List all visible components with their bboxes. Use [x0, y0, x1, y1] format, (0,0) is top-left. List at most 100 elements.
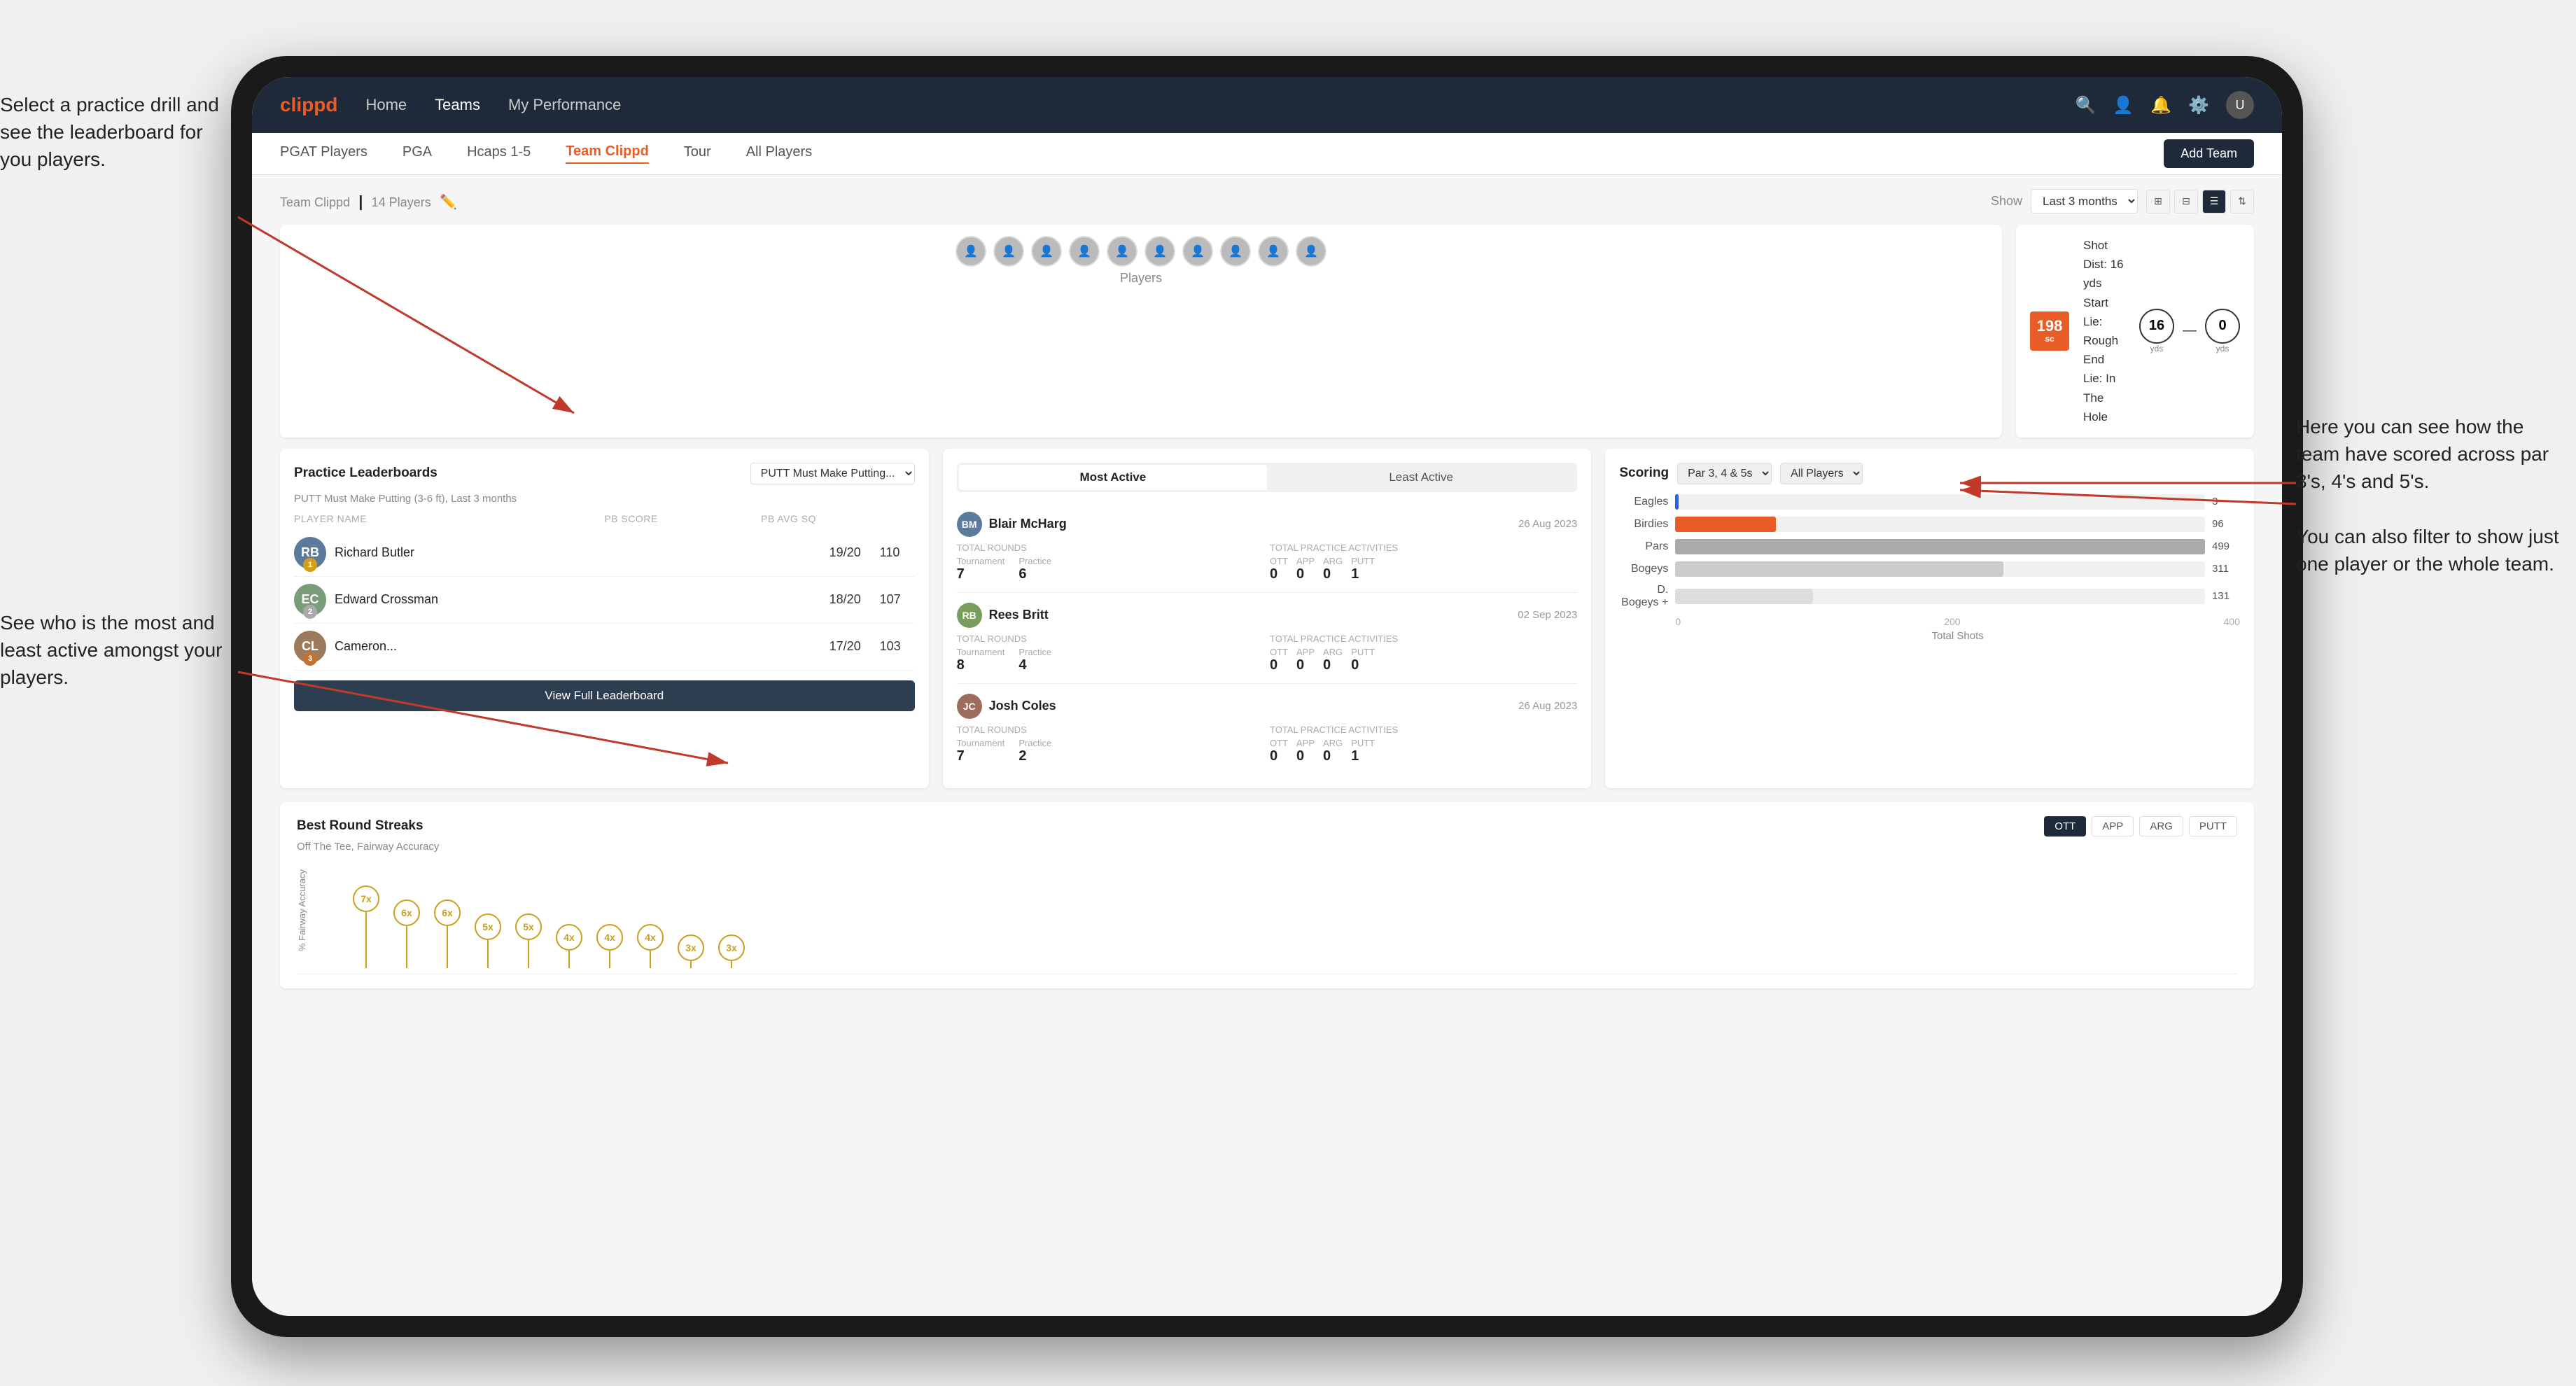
subnav-pgat[interactable]: PGAT Players — [280, 144, 368, 163]
lb-avg-3: 103 — [880, 639, 915, 654]
activity-tabs: Most Active Least Active — [957, 463, 1578, 492]
team-avatar: 👤 — [1069, 236, 1100, 267]
settings-icon[interactable]: ⚙️ — [2188, 95, 2209, 115]
ott-val-1: 0 — [1270, 566, 1288, 582]
player-avatar-1: BM — [957, 512, 982, 537]
pars-fill — [1675, 539, 2205, 554]
activity-tab-least[interactable]: Least Active — [1267, 465, 1575, 490]
birdies-value: 96 — [2212, 518, 2240, 530]
par-filter-select[interactable]: Par 3, 4 & 5s Par 3s Par 4s Par 5s — [1677, 463, 1772, 484]
lb-badge-silver: 2 — [303, 605, 317, 619]
lb-rank-avatar-1: RB 1 — [294, 537, 326, 569]
player-activity-row-1: BM Blair McHarg 26 Aug 2023 Total Rounds… — [957, 502, 1578, 593]
user-icon[interactable]: 👤 — [2113, 95, 2134, 115]
total-practice-section-2: Total Practice Activities OTT0 APP0 ARG0… — [1270, 634, 1577, 673]
dbogeys-label: D. Bogeys + — [1619, 584, 1668, 609]
subnav-all-players[interactable]: All Players — [746, 144, 812, 163]
search-icon[interactable]: 🔍 — [2075, 95, 2096, 115]
streak-bubble-7: 4x — [596, 924, 623, 951]
practice-val-1: 6 — [1018, 566, 1051, 582]
streak-bubble-9: 3x — [678, 934, 704, 961]
lb-row-1: RB 1 Richard Butler 19/20 110 — [294, 530, 915, 577]
grid-small-icon[interactable]: ⊟ — [2174, 190, 2198, 214]
ott-label: OTT — [1270, 556, 1288, 566]
add-team-button[interactable]: Add Team — [2164, 139, 2254, 168]
shot-circle-1: 16 — [2139, 309, 2174, 344]
putt-val-1: 1 — [1351, 566, 1375, 582]
tournament-val-2: 8 — [957, 657, 1005, 673]
tablet-shell: clippd Home Teams My Performance 🔍 👤 🔔 ⚙… — [231, 56, 2303, 1337]
streak-bubble-2: 6x — [393, 899, 420, 926]
user-avatar[interactable]: U — [2226, 91, 2254, 119]
streaks-chart: % Fairway Accuracy 7x 6x — [297, 862, 2237, 974]
sort-icon[interactable]: ⇅ — [2230, 190, 2254, 214]
subnav-team-clippd[interactable]: Team Clippd — [566, 144, 649, 164]
lb-row-2: EC 2 Edward Crossman 18/20 107 — [294, 577, 915, 624]
putt-val-3: 1 — [1351, 748, 1375, 764]
player-info-1: BM Blair McHarg — [957, 512, 1067, 537]
ott-val-2: 0 — [1270, 657, 1288, 673]
tablet-screen: clippd Home Teams My Performance 🔍 👤 🔔 ⚙… — [252, 77, 2282, 1316]
activity-tab-most[interactable]: Most Active — [959, 465, 1267, 490]
shot-circles: 16 yds — 0 yds — [2139, 309, 2240, 354]
player-activity-row-2: RB Rees Britt 02 Sep 2023 Total Rounds T… — [957, 593, 1578, 684]
player-row-header-3: JC Josh Coles 26 Aug 2023 — [957, 694, 1578, 719]
tournament-label: Tournament — [957, 556, 1005, 566]
ott-filter-button[interactable]: OTT — [2044, 816, 2086, 836]
nav-my-performance[interactable]: My Performance — [508, 96, 621, 114]
team-avatar: 👤 — [1220, 236, 1251, 267]
annotation-right: Here you can see how the team have score… — [2296, 413, 2562, 578]
subnav-tour[interactable]: Tour — [684, 144, 711, 163]
team-avatar: 👤 — [955, 236, 986, 267]
practice-val-2: 4 — [1018, 657, 1051, 673]
show-select[interactable]: Last 3 months Last month Last 6 months L… — [2031, 189, 2138, 214]
arg-label: ARG — [1323, 556, 1343, 566]
lb-header: Practice Leaderboards PUTT Must Make Put… — [294, 463, 915, 484]
player-name-3: Josh Coles — [989, 699, 1056, 713]
arg-val-3: 0 — [1323, 748, 1343, 764]
nav-teams[interactable]: Teams — [435, 96, 480, 114]
subnav-pga[interactable]: PGA — [402, 144, 432, 163]
bogeys-track — [1675, 561, 2205, 577]
lb-drill-select[interactable]: PUTT Must Make Putting... — [750, 463, 915, 484]
scoring-header: Scoring Par 3, 4 & 5s Par 3s Par 4s Par … — [1619, 463, 2240, 484]
activity-card: Most Active Least Active BM Blair McHarg… — [943, 449, 1592, 788]
tournament-val-1: 7 — [957, 566, 1005, 582]
tournament-val-3: 7 — [957, 748, 1005, 764]
bell-icon[interactable]: 🔔 — [2150, 95, 2171, 115]
nav-home[interactable]: Home — [365, 96, 407, 114]
pars-label: Pars — [1619, 540, 1668, 553]
annotation-bottom-left: See who is the most and least active amo… — [0, 609, 224, 692]
app-val-1: 0 — [1296, 566, 1315, 582]
scoring-bar-pars: Pars 499 — [1619, 539, 2240, 554]
streaks-filter-row: OTT APP ARG PUTT — [2044, 816, 2237, 836]
total-rounds-label-2: Total Rounds — [957, 634, 1264, 644]
main-content: Team Clippd | 14 Players ✏️ Show Last 3 … — [252, 175, 2282, 1316]
streak-bubble-8: 4x — [637, 924, 664, 951]
total-practice-section-3: Total Practice Activities OTT0 APP0 ARG0… — [1270, 724, 1577, 764]
grid-large-icon[interactable]: ⊞ — [2146, 190, 2170, 214]
lb-row-3: CL 3 Cameron... 17/20 103 — [294, 624, 915, 671]
list-icon[interactable]: ☰ — [2202, 190, 2226, 214]
sub-nav: PGAT Players PGA Hcaps 1-5 Team Clippd T… — [252, 133, 2282, 175]
app-filter-button[interactable]: APP — [2092, 816, 2134, 836]
team-avatar: 👤 — [1182, 236, 1213, 267]
subnav-hcaps[interactable]: Hcaps 1-5 — [467, 144, 531, 163]
lb-avg-1: 110 — [880, 545, 915, 560]
streak-bubble-5: 5x — [515, 913, 542, 940]
player-date-1: 26 Aug 2023 — [1518, 518, 1577, 530]
dbogeys-value: 131 — [2212, 590, 2240, 602]
eagles-label: Eagles — [1619, 496, 1668, 508]
bogeys-label: Bogeys — [1619, 563, 1668, 575]
putt-filter-button[interactable]: PUTT — [2189, 816, 2237, 836]
streaks-section: Best Round Streaks OTT APP ARG PUTT Off … — [280, 802, 2254, 988]
arg-val-2: 0 — [1323, 657, 1343, 673]
streak-bubble-6: 4x — [556, 924, 582, 951]
lb-score-2: 18/20 — [830, 592, 872, 607]
total-practice-label-3: Total Practice Activities — [1270, 724, 1577, 735]
view-leaderboard-button[interactable]: View Full Leaderboard — [294, 680, 915, 711]
scoring-card: Scoring Par 3, 4 & 5s Par 3s Par 4s Par … — [1605, 449, 2254, 788]
edit-team-icon[interactable]: ✏️ — [440, 195, 457, 210]
arg-filter-button[interactable]: ARG — [2139, 816, 2183, 836]
player-filter-select[interactable]: All Players — [1780, 463, 1863, 484]
